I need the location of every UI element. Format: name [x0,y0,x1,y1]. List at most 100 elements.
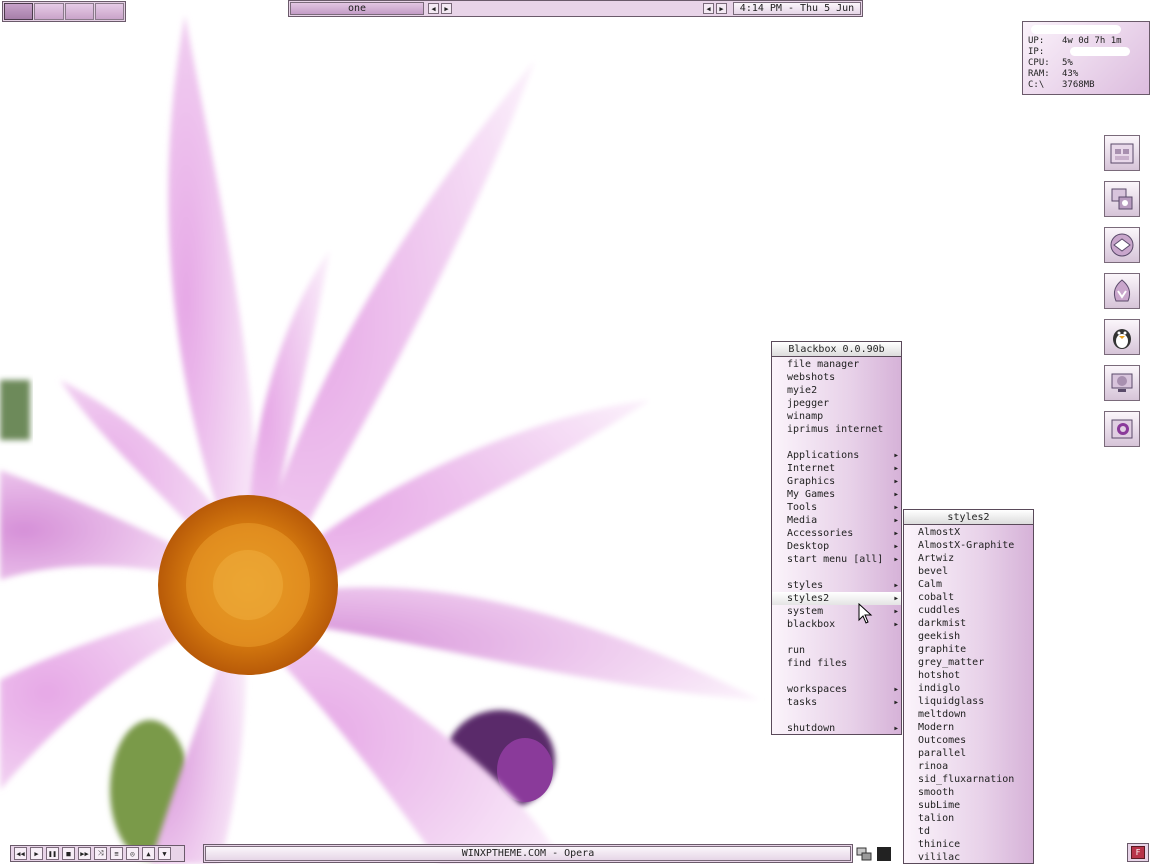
stop-icon[interactable]: ■ [62,847,75,860]
menu-item[interactable]: Desktop ▶ [772,540,901,553]
style-item[interactable]: cuddles [904,604,1033,617]
menu-item[interactable]: run [772,644,901,657]
workspace-4[interactable] [94,3,124,20]
menu-item[interactable]: styles2 ▶ [772,592,901,605]
menu-item[interactable]: Internet ▶ [772,462,901,475]
submenu-arrow-icon: ▶ [894,517,898,524]
menu-item[interactable]: myie2 [772,384,901,397]
menu-item[interactable]: Accessories ▶ [772,527,901,540]
submenu-arrow-icon: ▶ [894,621,898,628]
menu-item-label: styles2 [787,593,830,604]
cpu-label: CPU: [1028,58,1050,68]
menu-item-label: Internet [787,463,836,474]
task-item-opera[interactable]: WINXPTHEME.COM - Opera [205,846,851,861]
browser-icon[interactable] [1104,227,1140,263]
corner-app-button[interactable]: F [1127,843,1149,862]
menu-item[interactable]: Tools ▶ [772,501,901,514]
volume-down-icon[interactable]: ▼ [158,847,171,860]
menu-item[interactable]: shutdown ▶ [772,722,901,735]
workspace-1[interactable] [4,3,34,20]
play-icon[interactable]: ▶ [30,847,43,860]
prev-workspace-button[interactable]: ◀ [428,3,439,14]
menu-item-label: styles [787,580,824,591]
menu-item[interactable]: winamp [772,410,901,423]
ram-row: RAM: 43% [1028,69,1144,80]
submenu-arrow-icon: ▶ [894,725,898,732]
style-item[interactable]: graphite [904,643,1033,656]
display-icon[interactable] [876,846,892,862]
menu-item[interactable]: system ▶ [772,605,901,618]
style-item[interactable]: cobalt [904,591,1033,604]
style-item[interactable]: hotshot [904,669,1033,682]
opera-icon[interactable] [1104,411,1140,447]
fast-forward-icon[interactable]: ▶▶ [78,847,91,860]
style-item[interactable]: meltdown [904,708,1033,721]
style-item[interactable]: geekish [904,630,1033,643]
playlist-icon[interactable]: ≡ [110,847,123,860]
mouse-cursor-icon [858,603,873,624]
next-workspace-button[interactable]: ▶ [441,3,452,14]
menu-item[interactable]: Media ▶ [772,514,901,527]
menu-item-label: myie2 [787,385,818,396]
menu-separator [772,670,901,683]
style-item[interactable]: smooth [904,786,1033,799]
style-item[interactable]: bevel [904,565,1033,578]
next-window-button[interactable]: ▶ [716,3,727,14]
style-item[interactable]: rinoa [904,760,1033,773]
workspace-3[interactable] [64,3,94,20]
menu-item[interactable]: My Games ▶ [772,488,901,501]
menu-item[interactable]: find files [772,657,901,670]
style-item[interactable]: Calm [904,578,1033,591]
cpu-row: CPU: 5% [1028,58,1144,69]
ip-row: IP: [1028,47,1144,58]
prev-window-button[interactable]: ◀ [703,3,714,14]
style-item[interactable]: td [904,825,1033,838]
menu-item[interactable]: start menu [all] ▶ [772,553,901,566]
menu-item[interactable]: blackbox ▶ [772,618,901,631]
menu-item[interactable]: Graphics ▶ [772,475,901,488]
menu-item[interactable]: jpegger [772,397,901,410]
style-item[interactable]: darkmist [904,617,1033,630]
style-item[interactable]: Artwiz [904,552,1033,565]
menu-separator [772,436,901,449]
style-item[interactable]: indiglo [904,682,1033,695]
style-item[interactable]: AlmostX-Graphite [904,539,1033,552]
style-item[interactable]: Modern [904,721,1033,734]
workspace-2[interactable] [34,3,64,20]
menu-item[interactable]: Applications ▶ [772,449,901,462]
control-panel-icon[interactable] [1104,181,1140,217]
menu-item[interactable]: file manager [772,358,901,371]
style-item[interactable]: subLime [904,799,1033,812]
rewind-icon[interactable]: ◀◀ [14,847,27,860]
volume-up-icon[interactable]: ▲ [142,847,155,860]
tux-penguin-icon[interactable] [1104,319,1140,355]
winamp-icon[interactable] [1104,273,1140,309]
pause-icon[interactable]: ❚❚ [46,847,59,860]
menu-item[interactable]: workspaces ▶ [772,683,901,696]
style-item[interactable]: liquidglass [904,695,1033,708]
menu-separator [772,709,901,722]
menu-item[interactable]: tasks ▶ [772,696,901,709]
style-item[interactable]: parallel [904,747,1033,760]
system-tray [856,844,900,863]
style-item[interactable]: thinice [904,838,1033,851]
network-icon[interactable] [856,846,872,862]
style-item[interactable]: AlmostX [904,526,1033,539]
menu-item-label: tasks [787,697,818,708]
style-item[interactable]: talion [904,812,1033,825]
style-item[interactable]: vililac [904,851,1033,864]
file-manager-icon[interactable] [1104,135,1140,171]
style-item[interactable]: Outcomes [904,734,1033,747]
menu-item[interactable]: webshots [772,371,901,384]
style-item[interactable]: sid_fluxarnation [904,773,1033,786]
style-item[interactable]: grey_matter [904,656,1033,669]
menu-item[interactable]: iprimus internet [772,423,901,436]
menu-item[interactable]: styles ▶ [772,579,901,592]
submenu-arrow-icon: ▶ [894,491,898,498]
shuffle-icon[interactable]: ⤨ [94,847,107,860]
redacted-field [1031,25,1121,34]
eq-icon[interactable]: ◎ [126,847,139,860]
desktop-settings-icon[interactable] [1104,365,1140,401]
submenu-arrow-icon: ▶ [894,478,898,485]
arrow-right-icon: ▶ [444,4,449,13]
